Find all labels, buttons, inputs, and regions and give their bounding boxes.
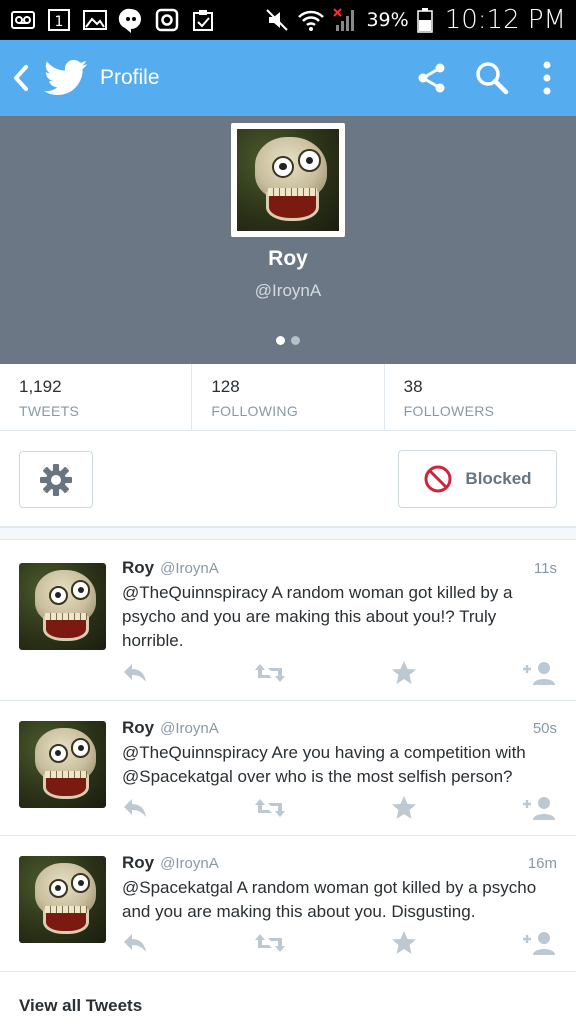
stat-value: 128	[211, 377, 240, 396]
voicemail-icon	[10, 7, 36, 33]
svg-text:1: 1	[55, 14, 64, 30]
reply-button[interactable]	[122, 929, 148, 957]
retweet-button[interactable]	[254, 929, 286, 957]
chevron-left-icon	[14, 65, 28, 91]
tweet-avatar[interactable]	[19, 856, 106, 943]
view-all-tweets-link[interactable]: View all Tweets	[19, 996, 142, 1016]
blocked-label: Blocked	[465, 469, 532, 488]
stat-label: FOLLOWING	[211, 403, 299, 419]
star-icon	[392, 931, 416, 954]
skull-avatar-image	[19, 856, 106, 943]
clipboard-check-icon	[190, 7, 216, 33]
tweet[interactable]: Roy @IroynA 50s @TheQuinnspiracy Are you…	[0, 701, 576, 836]
reply-icon	[124, 799, 146, 817]
stat-following[interactable]: 128 FOLLOWING	[192, 364, 385, 430]
status-bar: 1 39% 10:12 PM	[0, 0, 576, 40]
back-button[interactable]	[4, 40, 38, 116]
mute-icon	[264, 7, 290, 33]
reply-button[interactable]	[122, 794, 148, 822]
reply-icon	[124, 934, 146, 952]
hangouts-icon	[118, 7, 144, 33]
share-button[interactable]	[402, 40, 462, 116]
blocked-icon	[424, 465, 452, 493]
star-icon	[392, 796, 416, 819]
search-button[interactable]	[462, 40, 522, 116]
clock: 10:12 PM	[444, 5, 566, 35]
retweet-button[interactable]	[254, 794, 286, 822]
stat-label: FOLLOWERS	[403, 403, 495, 419]
app-bar: Profile	[0, 40, 576, 116]
tweet-author-handle: @IroynA	[160, 720, 219, 737]
profile-stats: 1,192 TWEETS 128 FOLLOWING 38 FOLLOWERS	[0, 364, 576, 431]
tweet-author-name[interactable]: Roy	[122, 853, 154, 873]
profile-actions: Blocked	[0, 431, 576, 528]
add-user-icon	[523, 797, 555, 820]
retweet-icon	[255, 664, 285, 682]
page-dot-1[interactable]	[276, 336, 285, 345]
tweet-timestamp: 16m	[527, 855, 557, 872]
tweet-avatar[interactable]	[19, 563, 106, 650]
more-vertical-icon	[543, 61, 551, 95]
tweet-author-name[interactable]: Roy	[122, 558, 154, 578]
skull-avatar-image	[237, 129, 339, 231]
gear-icon	[40, 463, 72, 496]
calendar-icon: 1	[46, 7, 72, 33]
tweet-author-handle: @IroynA	[160, 560, 219, 577]
add-user-icon	[523, 932, 555, 955]
wifi-icon	[298, 7, 325, 33]
tweet[interactable]: Roy @IroynA 16m @Spacekatgal A random wo…	[0, 836, 576, 972]
search-icon	[476, 62, 509, 95]
stat-value: 38	[403, 377, 423, 396]
tweet-text: @Spacekatgal A random woman got killed b…	[122, 878, 537, 921]
favorite-button[interactable]	[391, 659, 417, 687]
overflow-menu-button[interactable]	[522, 40, 572, 116]
profile-header: Roy @IroynA	[0, 116, 576, 364]
star-icon	[392, 661, 416, 684]
reply-button[interactable]	[122, 659, 148, 687]
profile-avatar[interactable]	[231, 123, 345, 237]
settings-button[interactable]	[19, 451, 93, 508]
instagram-icon	[154, 7, 180, 33]
retweet-icon	[255, 799, 285, 817]
tweet-timestamp: 50s	[532, 720, 557, 737]
follow-button[interactable]	[521, 659, 557, 687]
skull-avatar-image	[19, 721, 106, 808]
reply-icon	[124, 664, 146, 682]
follow-button[interactable]	[521, 794, 557, 822]
profile-handle: @IroynA	[254, 281, 322, 300]
signal-icon	[332, 7, 358, 33]
retweet-button[interactable]	[254, 659, 286, 687]
section-divider	[0, 528, 576, 540]
tweet-author-handle: @IroynA	[160, 855, 219, 872]
battery-percent: 39%	[366, 9, 409, 31]
skull-avatar-image	[19, 563, 106, 650]
favorite-button[interactable]	[391, 929, 417, 957]
stat-label: TWEETS	[19, 403, 80, 419]
tweet-avatar[interactable]	[19, 721, 106, 808]
stat-tweets[interactable]: 1,192 TWEETS	[0, 364, 193, 430]
tweet-author-name[interactable]: Roy	[122, 718, 154, 738]
stat-followers[interactable]: 38 FOLLOWERS	[385, 364, 576, 430]
tweet-text: @TheQuinnspiracy A random woman got kill…	[122, 583, 513, 650]
tweet[interactable]: Roy @IroynA 11s @TheQuinnspiracy A rando…	[0, 541, 576, 701]
tweet-text: @TheQuinnspiracy Are you having a compet…	[122, 743, 526, 786]
retweet-icon	[255, 934, 285, 952]
stat-value: 1,192	[19, 377, 62, 396]
page-title: Profile	[100, 66, 160, 89]
page-dot-2[interactable]	[291, 336, 300, 345]
favorite-button[interactable]	[391, 794, 417, 822]
add-user-icon	[523, 662, 555, 685]
profile-name: Roy	[268, 247, 308, 270]
twitter-bird-icon	[44, 59, 88, 96]
gallery-icon	[82, 7, 108, 33]
share-icon	[418, 63, 445, 93]
page-indicator	[0, 336, 576, 345]
battery-icon	[416, 7, 433, 33]
tweet-timestamp: 11s	[533, 560, 557, 577]
follow-button[interactable]	[521, 929, 557, 957]
blocked-button[interactable]: Blocked	[398, 450, 557, 508]
